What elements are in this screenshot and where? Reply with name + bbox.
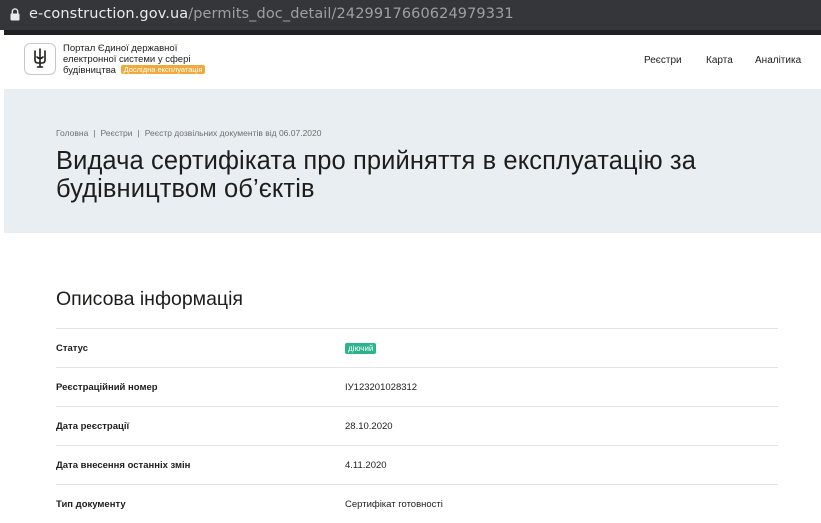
breadcrumb: Головна | Реєстри | Реєстр дозвільних докуме… [56,128,322,138]
table-row: Дата внесення останніх змін 4.11.2020 [56,445,778,484]
table-row: Реєстраційний номер ІУ123201028312 [56,367,778,406]
row-label: Статус [56,343,89,354]
nav-item-registries[interactable]: Реєстри [644,55,682,66]
url-path: /permits_doc_detail/2429917660624979331 [188,6,514,22]
nav-item-map[interactable]: Карта [706,55,733,66]
page-title-line2: будівництвом об’єктів [56,175,315,203]
page-title-line1: Видача сертифіката про прийняття в експл… [56,147,697,175]
row-label: Тип документу [56,499,126,510]
row-value: 28.10.2020 [345,421,393,432]
table-row: Дата реєстрації 28.10.2020 [56,406,778,445]
site-logo[interactable] [24,43,56,75]
site-header: Портал Єдиної державної електронної сист… [4,30,821,89]
url-text[interactable]: e-construction.gov.ua/permits_doc_detail… [29,6,514,22]
row-value: Сертифікат готовності [345,499,443,510]
row-label: Дата реєстрації [56,421,130,432]
breadcrumb-registries[interactable]: Реєстри [101,128,133,138]
breadcrumb-home[interactable]: Головна [56,128,88,138]
lock-icon [10,8,20,21]
breadcrumb-current[interactable]: Реєстр дозвільних документів від 06.07.2… [145,128,322,138]
portal-name[interactable]: Портал Єдиної державної електронної сист… [63,43,233,76]
browser-address-bar[interactable]: e-construction.gov.ua/permits_doc_detail… [0,0,821,30]
page-hero: Головна | Реєстри | Реєстр дозвільних докуме… [4,89,821,233]
row-value: 4.11.2020 [345,460,387,471]
nav-item-analytics[interactable]: Аналітика [755,55,801,66]
trident-icon [34,48,46,68]
row-value: діючий [345,343,377,354]
row-value: ІУ123201028312 [345,382,418,393]
table-row: Тип документу Сертифікат готовності [56,484,778,523]
breadcrumb-separator: | [93,128,96,138]
beta-badge: Дослідна експлуатація [120,65,206,74]
section-title: Описова інформація [56,288,243,310]
page-title: Видача сертифіката про прийняття в експл… [56,147,696,203]
info-table: Статус діючий Реєстраційний номер ІУ1232… [56,328,778,523]
breadcrumb-separator: | [137,128,140,138]
main-content: Описова інформація Статус діючий Реєстра… [4,233,821,523]
row-label: Дата внесення останніх змін [56,460,191,471]
table-row: Статус діючий [56,328,778,367]
row-label: Реєстраційний номер [56,382,158,393]
status-badge: діючий [345,343,377,354]
url-host: e-construction.gov.ua [29,6,189,22]
